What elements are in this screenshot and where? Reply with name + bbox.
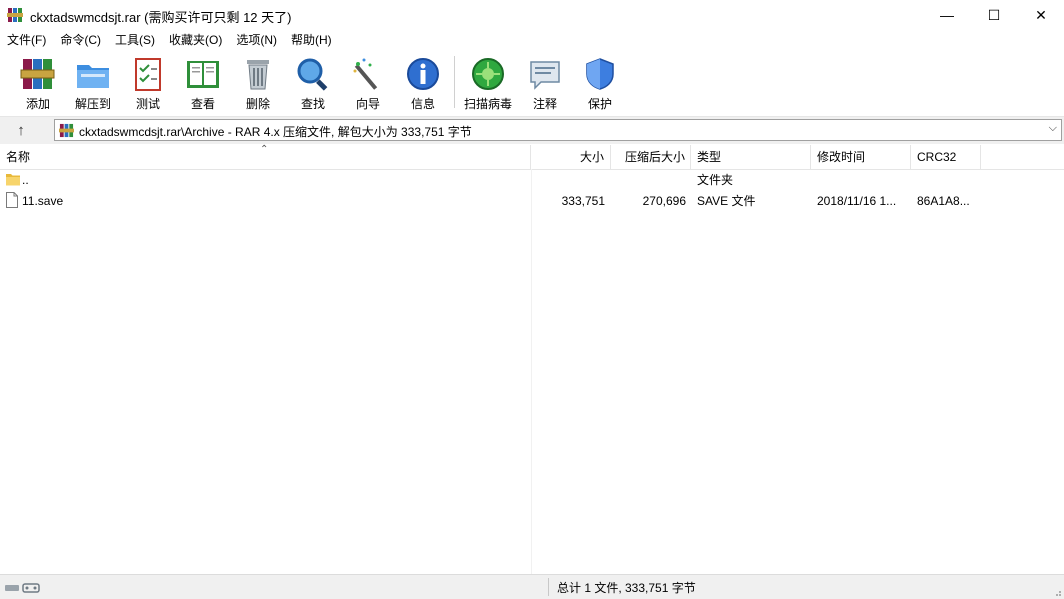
comment-button[interactable]: 注释 [518, 54, 572, 112]
column-size[interactable]: 大小 [531, 145, 611, 169]
add-button[interactable]: 添加 [11, 54, 65, 112]
menu-options[interactable]: 选项(N) [229, 30, 284, 50]
menu-bar: 文件(F) 命令(C) 工具(S) 收藏夹(O) 选项(N) 帮助(H) [0, 30, 1064, 50]
add-label: 添加 [25, 97, 50, 111]
column-type-label: 类型 [697, 150, 722, 164]
find-label: 查找 [300, 97, 325, 111]
folder-icon [6, 174, 20, 186]
minimize-icon: — [940, 7, 954, 23]
title-bar: ckxtadswmcdsjt.rar (需购买许可只剩 12 天了) — ☐ ✕ [0, 0, 1064, 30]
minimize-button[interactable]: — [924, 0, 970, 30]
file-list-header: 名称 ⌃ 大小 压缩后大小 类型 修改时间 CRC32 [0, 144, 1064, 170]
menu-help[interactable]: 帮助(H) [284, 30, 339, 50]
column-type[interactable]: 类型 [691, 145, 811, 169]
row-name: .. [22, 173, 29, 187]
file-list: .. 文件夹 11.save 333,751 270,696 SAVE 文件 2… [0, 170, 1064, 574]
shield-icon [586, 58, 614, 90]
column-modified[interactable]: 修改时间 [811, 145, 911, 169]
column-name[interactable]: 名称 ⌃ [0, 144, 531, 169]
delete-label: 删除 [245, 97, 270, 111]
maximize-icon: ☐ [987, 6, 1001, 23]
virus-scan-icon [472, 58, 504, 90]
drive-status-icon[interactable] [5, 580, 41, 594]
test-checklist-icon [135, 58, 161, 91]
magic-wand-icon [353, 58, 378, 90]
address-path-field[interactable]: ckxtadswmcdsjt.rar\Archive - RAR 4.x 压缩文… [54, 119, 1062, 141]
up-arrow-icon[interactable]: ↑ [10, 121, 32, 141]
column-name-label: 名称 [6, 150, 31, 164]
status-summary: 总计 1 文件, 333,751 字节 [557, 581, 696, 595]
window-title: ckxtadswmcdsjt.rar (需购买许可只剩 12 天了) [30, 10, 292, 25]
test-label: 测试 [135, 97, 160, 111]
column-size-label: 大小 [579, 150, 604, 164]
toolbar-separator [454, 56, 455, 108]
close-icon: ✕ [1035, 6, 1047, 23]
toolbar: 添加 解压到 测试 查看 删除 查找 向导 信息 扫描病毒 注释 保护 [0, 50, 1064, 117]
winrar-app-icon[interactable] [7, 7, 23, 23]
chevron-down-icon[interactable]: ⌵ [1049, 122, 1057, 135]
view-label: 查看 [190, 97, 215, 111]
column-modified-label: 修改时间 [817, 150, 866, 164]
rar-archive-icon [59, 123, 74, 138]
address-path-text: ckxtadswmcdsjt.rar\Archive - RAR 4.x 压缩文… [79, 125, 472, 139]
wizard-label: 向导 [355, 97, 380, 111]
row-crc32: 86A1A8... [917, 194, 970, 208]
add-archive-icon [20, 59, 55, 89]
status-divider [548, 578, 549, 596]
protect-label: 保护 [587, 97, 612, 111]
row-size: 333,751 [561, 194, 605, 208]
list-item-file[interactable]: 11.save 333,751 270,696 SAVE 文件 2018/11/… [0, 191, 1064, 211]
row-modified: 2018/11/16 1... [817, 194, 897, 208]
file-icon [6, 192, 18, 208]
row-name: 11.save [22, 194, 64, 208]
row-packed-size: 270,696 [642, 194, 686, 208]
trash-icon [247, 60, 269, 90]
column-crc32[interactable]: CRC32 [911, 145, 981, 169]
comment-note-icon [530, 61, 560, 90]
status-bar: 总计 1 文件, 333,751 字节 [0, 574, 1064, 599]
menu-file[interactable]: 文件(F) [0, 30, 53, 50]
info-label: 信息 [410, 97, 435, 111]
close-button[interactable]: ✕ [1018, 0, 1064, 30]
extract-label: 解压到 [74, 97, 111, 111]
maximize-button[interactable]: ☐ [971, 0, 1017, 30]
list-item-parent-folder[interactable]: .. 文件夹 [0, 170, 1064, 190]
row-type: SAVE 文件 [697, 194, 756, 208]
test-button[interactable]: 测试 [121, 54, 175, 112]
menu-favorites[interactable]: 收藏夹(O) [162, 30, 229, 50]
row-type: 文件夹 [697, 173, 734, 187]
info-icon [407, 58, 439, 90]
delete-button[interactable]: 删除 [231, 54, 285, 112]
scan-virus-button[interactable]: 扫描病毒 [461, 54, 515, 112]
find-button[interactable]: 查找 [286, 54, 340, 112]
search-icon [297, 58, 328, 91]
address-bar-row: ↑ ckxtadswmcdsjt.rar\Archive - RAR 4.x 压… [0, 117, 1064, 144]
menu-commands[interactable]: 命令(C) [53, 30, 108, 50]
info-button[interactable]: 信息 [396, 54, 450, 112]
extract-folder-icon [77, 65, 109, 88]
column-packed-size[interactable]: 压缩后大小 [611, 145, 691, 169]
column-packed-label: 压缩后大小 [624, 150, 685, 164]
sort-ascending-icon: ⌃ [260, 144, 269, 155]
menu-tools[interactable]: 工具(S) [108, 30, 162, 50]
view-book-icon [187, 61, 219, 88]
extract-button[interactable]: 解压到 [66, 54, 120, 112]
protect-button[interactable]: 保护 [573, 54, 627, 112]
column-crc-label: CRC32 [917, 150, 957, 164]
comment-label: 注释 [532, 97, 557, 111]
scan-virus-label: 扫描病毒 [463, 97, 512, 111]
resize-grip-icon[interactable] [1052, 587, 1062, 597]
view-button[interactable]: 查看 [176, 54, 230, 112]
wizard-button[interactable]: 向导 [341, 54, 395, 112]
